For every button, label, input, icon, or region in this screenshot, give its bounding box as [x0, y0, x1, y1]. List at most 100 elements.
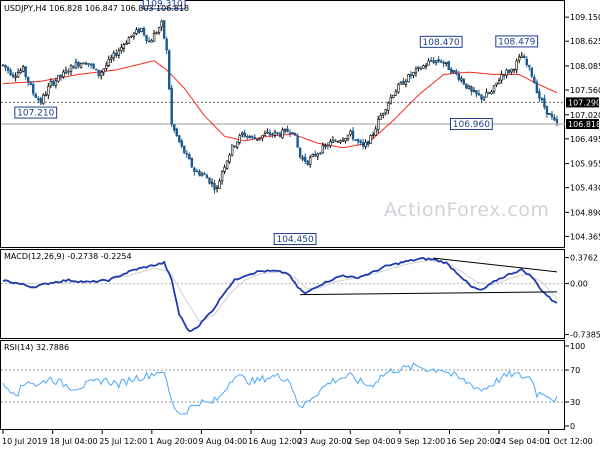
candle-body [16, 72, 20, 78]
candle-body [301, 157, 304, 160]
candle-body [69, 64, 73, 73]
x-tick-label: 24 Sep 04:00 [496, 437, 549, 446]
rsi-y-axis: 100 70 30 0 [565, 342, 585, 431]
candle-body [49, 80, 53, 86]
candle-body [157, 27, 161, 33]
candle-body [523, 55, 526, 59]
x-tick-label: 2 Sep 04:00 [347, 437, 395, 446]
candle [548, 112, 551, 115]
candle-body [251, 135, 254, 138]
candle-body [225, 160, 229, 169]
candle-body [417, 66, 420, 69]
candle-body [286, 128, 289, 133]
candle-body [205, 175, 209, 179]
candle-body [193, 167, 196, 172]
candle-body [213, 182, 216, 190]
candle-body [102, 68, 105, 73]
candle-body [74, 61, 78, 69]
candle-body [253, 137, 257, 140]
candle-body [137, 28, 141, 33]
candle-body [404, 81, 408, 85]
candle-body [223, 166, 226, 172]
candle-body [276, 132, 279, 134]
candle-body [64, 69, 68, 74]
candle-body [82, 62, 85, 65]
price-tick-label: 104.890 [570, 208, 600, 217]
candle-body [228, 154, 231, 163]
candle-body [545, 105, 549, 115]
candle-body [485, 92, 488, 98]
candle [190, 157, 194, 169]
candle-body [145, 34, 148, 42]
candle-body [412, 71, 415, 76]
candle [369, 134, 372, 145]
candle-body [243, 132, 246, 137]
candle-body [54, 80, 58, 86]
candle-body [346, 134, 350, 140]
candle-body [57, 74, 60, 82]
candle-body [427, 60, 430, 66]
watermark: ActionForex.com [384, 199, 550, 221]
candle [392, 94, 395, 99]
price-tick-label: 108.625 [570, 37, 600, 46]
candle-body [518, 56, 521, 61]
candle-body [409, 74, 413, 77]
candle-body [475, 90, 478, 95]
candle-body [341, 139, 345, 142]
candle-body [329, 141, 332, 146]
candle-body [319, 152, 322, 155]
candle-body [168, 50, 171, 90]
rsi-tick-label: 100 [570, 342, 585, 351]
candle-body [215, 187, 219, 189]
rsi-title: RSI(14) 32.7886 [4, 343, 69, 352]
candle-body [399, 81, 403, 85]
candle-body [142, 27, 146, 36]
candle-body [502, 74, 506, 77]
candle-body [437, 59, 440, 62]
x-tick-label: 9 Sep 12:00 [397, 437, 445, 446]
candle-body [467, 86, 471, 90]
candle-body [407, 74, 410, 82]
candle-body [256, 138, 259, 141]
candle-body [490, 91, 493, 95]
price-tick-label: 105.430 [570, 184, 600, 193]
candle-body [72, 65, 75, 69]
usdjpy-h4-chart: ActionForex.com 109.310 107.210 104.450 108… [0, 0, 600, 450]
macd-title: MACD(12,26,9) -0.2738 -0.2254 [4, 252, 132, 261]
rsi-tick-label: 30 [570, 398, 580, 407]
candle [465, 83, 468, 90]
candle-body [87, 63, 90, 65]
candle-body [351, 130, 355, 140]
candle-body [382, 112, 385, 116]
candle-body [429, 59, 433, 62]
candle [162, 20, 166, 40]
candle-body [150, 40, 153, 43]
candle-body [442, 61, 445, 64]
candle [208, 177, 211, 185]
candle-body [266, 131, 269, 134]
candle-body [389, 96, 392, 104]
candle [94, 68, 98, 71]
candle-body [135, 29, 138, 34]
candle-body [439, 60, 443, 63]
x-tick-label: 23 Aug 20:00 [298, 437, 352, 446]
chart-canvas: ActionForex.com 109.310107.210104.450108… [0, 0, 600, 446]
candle-body [84, 63, 88, 65]
candle-body [185, 153, 189, 155]
symbol-header: USDJPY,H4 106.828 106.847 106.803 106.81… [4, 4, 189, 13]
candle [230, 144, 234, 157]
candle-body [336, 141, 340, 143]
candle-body [424, 65, 428, 67]
macd-y-axis: 0.3762 0.00 -0.7385 [565, 254, 600, 340]
x-tick-label: 10 Jul 2019 [2, 437, 47, 446]
candle-body [465, 83, 468, 89]
price-tick-label: 109.150 [570, 13, 600, 22]
candle-body [497, 80, 501, 85]
candle-body [271, 133, 274, 136]
candle-body [180, 140, 183, 147]
candle-body [147, 40, 151, 43]
candle [140, 27, 143, 33]
candle-body [462, 79, 466, 85]
candle-body [183, 145, 186, 154]
candle-body [507, 69, 511, 74]
